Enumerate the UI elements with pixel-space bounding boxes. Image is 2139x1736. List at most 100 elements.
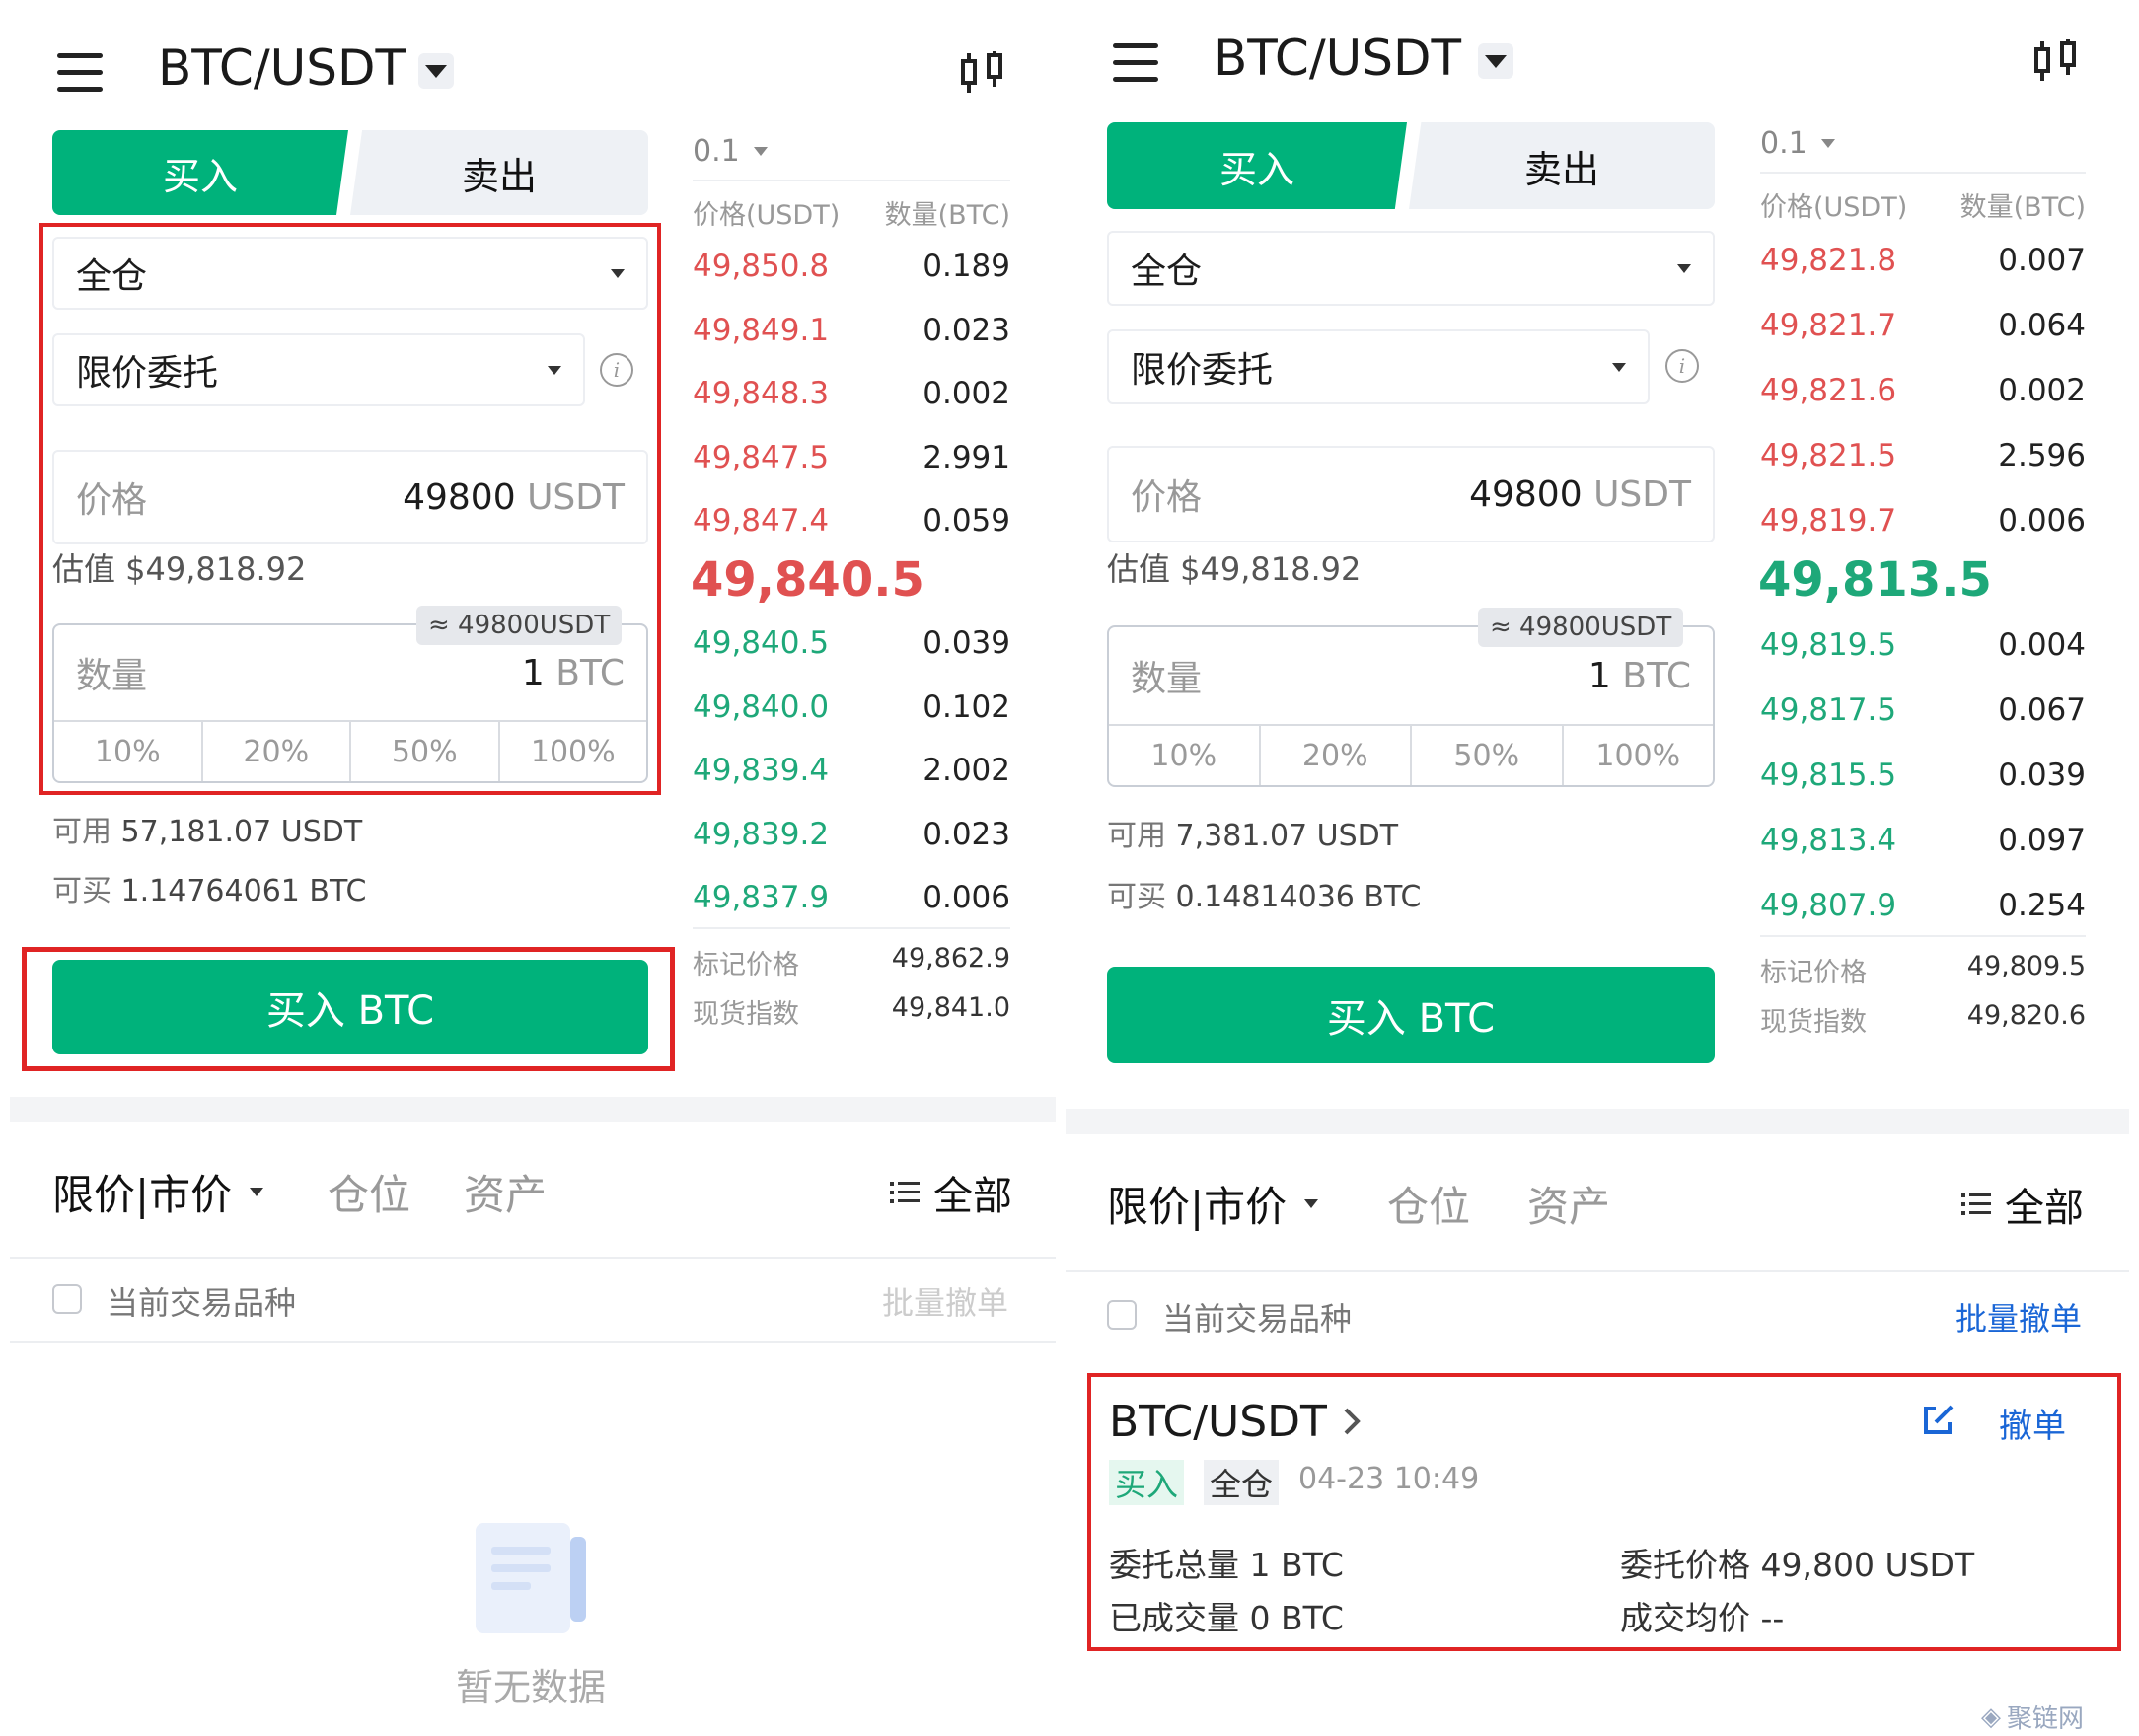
bid-qty[interactable]: 0.097 — [1934, 823, 2086, 858]
bid-qty[interactable]: 0.102 — [862, 689, 1010, 725]
bid-qty[interactable]: 0.023 — [862, 817, 1010, 852]
order-pair-link[interactable]: BTC/USDT — [1109, 1397, 1361, 1447]
candlestick-chart-icon[interactable] — [2032, 39, 2080, 83]
ask-price[interactable]: 49,850.8 — [693, 249, 829, 284]
bid-price[interactable]: 49,813.4 — [1760, 823, 1896, 858]
tab-sell[interactable]: 卖出 — [1409, 122, 1715, 209]
ask-qty[interactable]: 2.596 — [1934, 438, 2086, 473]
pair-title[interactable]: BTC/USDT — [1214, 30, 1461, 87]
ask-qty[interactable]: 0.189 — [862, 249, 1010, 284]
bid-price[interactable]: 49,807.9 — [1760, 888, 1896, 923]
ask-qty[interactable]: 0.006 — [1934, 503, 2086, 539]
candlestick-chart-icon[interactable] — [959, 51, 1006, 95]
info-icon[interactable]: i — [600, 353, 633, 387]
bid-qty[interactable]: 2.002 — [862, 753, 1010, 788]
percent-100-button[interactable]: 100% — [500, 722, 647, 781]
percent-50-button[interactable]: 50% — [351, 722, 500, 781]
cancel-order-button[interactable]: 撤单 — [1999, 1399, 2066, 1447]
info-icon[interactable]: i — [1665, 349, 1699, 383]
orderbook-price-header: 价格(USDT) — [1760, 192, 1908, 223]
margin-mode-select[interactable]: 全仓 — [52, 237, 648, 310]
current-pair-checkbox[interactable] — [52, 1284, 82, 1314]
right-screenshot: BTC/USDT 买入 卖出 全仓 限价委托 i 价格 49800 USDT 估… — [1066, 0, 2129, 1736]
menu-icon[interactable] — [1113, 43, 1158, 94]
percent-20-button[interactable]: 20% — [1261, 726, 1412, 785]
order-type-select[interactable]: 限价委托 — [52, 333, 585, 406]
bid-qty[interactable]: 0.006 — [862, 880, 1010, 915]
ask-price[interactable]: 49,819.7 — [1760, 503, 1896, 539]
precision-value: 0.1 — [693, 134, 740, 169]
batch-cancel-button[interactable]: 批量撤单 — [1955, 1294, 2082, 1339]
current-pair-label: 当前交易品种 — [107, 1284, 297, 1322]
all-orders-button[interactable]: 全部 — [1961, 1176, 2084, 1233]
ask-qty[interactable]: 0.007 — [1934, 243, 2086, 278]
bid-qty[interactable]: 0.039 — [862, 625, 1010, 661]
order-price: 委托价格 49,800 USDT — [1620, 1539, 1974, 1586]
bid-price[interactable]: 49,839.4 — [693, 753, 829, 788]
percent-100-button[interactable]: 100% — [1564, 726, 1714, 785]
price-input[interactable]: 价格 49800 USDT — [52, 450, 648, 544]
tab-positions[interactable]: 仓位 — [1387, 1174, 1470, 1234]
precision-select[interactable]: 0.1 — [1760, 126, 1835, 161]
buy-btc-button[interactable]: 买入 BTC — [1107, 967, 1715, 1063]
ask-qty[interactable]: 0.023 — [862, 313, 1010, 348]
tab-buy[interactable]: 买入 — [1107, 122, 1407, 209]
ask-price[interactable]: 49,848.3 — [693, 376, 829, 411]
bid-price[interactable]: 49,819.5 — [1760, 627, 1896, 663]
bid-qty[interactable]: 0.254 — [1934, 888, 2086, 923]
bid-price[interactable]: 49,840.5 — [693, 625, 829, 661]
pair-title[interactable]: BTC/USDT — [158, 39, 406, 97]
bid-price[interactable]: 49,839.2 — [693, 817, 829, 852]
bid-qty[interactable]: 0.039 — [1934, 758, 2086, 793]
margin-mode-select[interactable]: 全仓 — [1107, 231, 1715, 306]
all-orders-button[interactable]: 全部 — [890, 1164, 1012, 1221]
percent-20-button[interactable]: 20% — [203, 722, 351, 781]
buy-btc-button[interactable]: 买入 BTC — [52, 960, 648, 1054]
tab-buy[interactable]: 买入 — [52, 130, 348, 215]
price-input[interactable]: 价格 49800 USDT — [1107, 446, 1715, 542]
tab-positions[interactable]: 仓位 — [328, 1162, 410, 1222]
ask-qty[interactable]: 0.059 — [862, 503, 1010, 539]
bid-price[interactable]: 49,837.9 — [693, 880, 829, 915]
ask-qty[interactable]: 0.002 — [1934, 373, 2086, 408]
percent-50-button[interactable]: 50% — [1412, 726, 1564, 785]
tab-assets[interactable]: 资产 — [1527, 1174, 1610, 1234]
bid-price[interactable]: 49,815.5 — [1760, 758, 1896, 793]
tab-sell[interactable]: 卖出 — [350, 130, 648, 215]
ask-qty[interactable]: 2.991 — [862, 440, 1010, 475]
batch-cancel-button[interactable]: 批量撤单 — [882, 1278, 1008, 1324]
ask-price[interactable]: 49,821.8 — [1760, 243, 1896, 278]
tab-assets[interactable]: 资产 — [464, 1162, 547, 1222]
ask-price[interactable]: 49,847.5 — [693, 440, 829, 475]
precision-select[interactable]: 0.1 — [693, 134, 768, 169]
percent-10-button[interactable]: 10% — [1109, 726, 1261, 785]
bid-qty[interactable]: 0.067 — [1934, 692, 2086, 728]
all-orders-label: 全部 — [933, 1174, 1012, 1219]
pair-dropdown-icon[interactable] — [1478, 43, 1513, 79]
quantity-label: 数量 — [76, 656, 148, 696]
ask-qty[interactable]: 0.064 — [1934, 308, 2086, 343]
menu-icon[interactable] — [57, 53, 103, 104]
tab-limit-market-label: 限价|市价 — [52, 1171, 233, 1219]
ask-qty[interactable]: 0.002 — [862, 376, 1010, 411]
current-pair-checkbox[interactable] — [1107, 1300, 1137, 1330]
pair-dropdown-icon[interactable] — [418, 53, 454, 89]
empty-data-icon — [472, 1519, 590, 1637]
tab-limit-market[interactable]: 限价|市价 — [52, 1162, 264, 1222]
ask-price[interactable]: 49,847.4 — [693, 503, 829, 539]
percent-10-button[interactable]: 10% — [54, 722, 203, 781]
price-unit: USDT — [527, 476, 625, 518]
bid-qty[interactable]: 0.004 — [1934, 627, 2086, 663]
bid-price[interactable]: 49,817.5 — [1760, 692, 1896, 728]
order-type-select[interactable]: 限价委托 — [1107, 329, 1650, 404]
ask-price[interactable]: 49,821.6 — [1760, 373, 1896, 408]
ask-price[interactable]: 49,821.5 — [1760, 438, 1896, 473]
bid-price[interactable]: 49,840.0 — [693, 689, 829, 725]
quantity-badge: ≈ 49800USDT — [416, 606, 623, 645]
precision-value: 0.1 — [1760, 126, 1807, 161]
ask-price[interactable]: 49,821.7 — [1760, 308, 1896, 343]
order-type-value: 限价委托 — [76, 353, 219, 394]
tab-limit-market[interactable]: 限价|市价 — [1107, 1174, 1319, 1234]
ask-price[interactable]: 49,849.1 — [693, 313, 829, 348]
edit-order-icon[interactable] — [1920, 1403, 1955, 1438]
